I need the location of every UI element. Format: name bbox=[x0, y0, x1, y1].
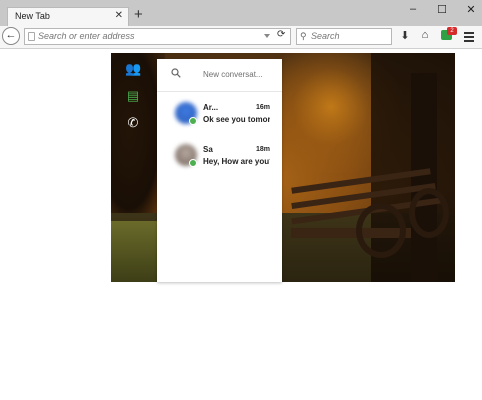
minimize-button[interactable]: – bbox=[403, 3, 423, 15]
online-indicator bbox=[189, 117, 197, 125]
url-bar[interactable]: Search or enter address ⟳ bbox=[24, 28, 291, 45]
new-tab-button[interactable]: + bbox=[134, 7, 143, 22]
conversation-item[interactable]: Sa 18m Hey, How are you? bbox=[157, 141, 282, 181]
app-sidebar: 👥 ▤ ✆ bbox=[111, 53, 156, 282]
url-placeholder: Search or enter address bbox=[38, 31, 135, 41]
search-bar[interactable]: ⚲ Search bbox=[296, 28, 392, 45]
reload-icon[interactable]: ⟳ bbox=[277, 29, 285, 40]
new-conversation-search[interactable]: New conversat... bbox=[157, 59, 282, 92]
message-preview: Hey, How are you? bbox=[203, 157, 270, 166]
wooden-cart bbox=[291, 148, 449, 258]
message-preview: Ok see you tomorrow bbox=[203, 115, 270, 124]
online-indicator bbox=[189, 159, 197, 167]
search-icon bbox=[171, 68, 181, 78]
tab-title: New Tab bbox=[15, 11, 50, 21]
conversation-item[interactable]: Ar... 16m Ok see you tomorrow bbox=[157, 99, 282, 139]
download-icon[interactable]: ⬇ bbox=[398, 29, 412, 42]
search-placeholder: New conversat... bbox=[203, 70, 263, 79]
message-time: 18m bbox=[255, 146, 270, 153]
title-bar: New Tab ✕ + – ☐ ✕ bbox=[0, 0, 482, 26]
nav-bar: ← Search or enter address ⟳ ⚲ Search ⬇ ⌂… bbox=[0, 26, 482, 49]
maximize-button[interactable]: ☐ bbox=[432, 3, 452, 16]
phone-icon[interactable]: ✆ bbox=[125, 115, 141, 131]
close-window-button[interactable]: ✕ bbox=[461, 3, 481, 16]
search-icon: ⚲ bbox=[300, 31, 307, 41]
home-icon[interactable]: ⌂ bbox=[418, 29, 432, 41]
close-tab-icon[interactable]: ✕ bbox=[115, 11, 123, 21]
chat-icon[interactable]: ▤ bbox=[125, 88, 141, 104]
contact-name: Sa bbox=[203, 145, 213, 154]
search-placeholder: Search bbox=[311, 31, 340, 41]
people-icon[interactable]: 👥 bbox=[125, 61, 141, 77]
back-button[interactable]: ← bbox=[2, 27, 20, 45]
page-info-icon[interactable] bbox=[28, 32, 35, 41]
menu-icon[interactable] bbox=[464, 32, 474, 44]
history-dropdown-icon[interactable] bbox=[264, 34, 270, 38]
message-time: 16m bbox=[255, 104, 270, 111]
conversations-panel: New conversat... Ar... 16m Ok see you to… bbox=[157, 59, 282, 282]
extension-badge: 2 bbox=[447, 27, 457, 35]
contact-name: Ar... bbox=[203, 103, 219, 112]
tab-new-tab[interactable]: New Tab ✕ bbox=[7, 7, 129, 26]
